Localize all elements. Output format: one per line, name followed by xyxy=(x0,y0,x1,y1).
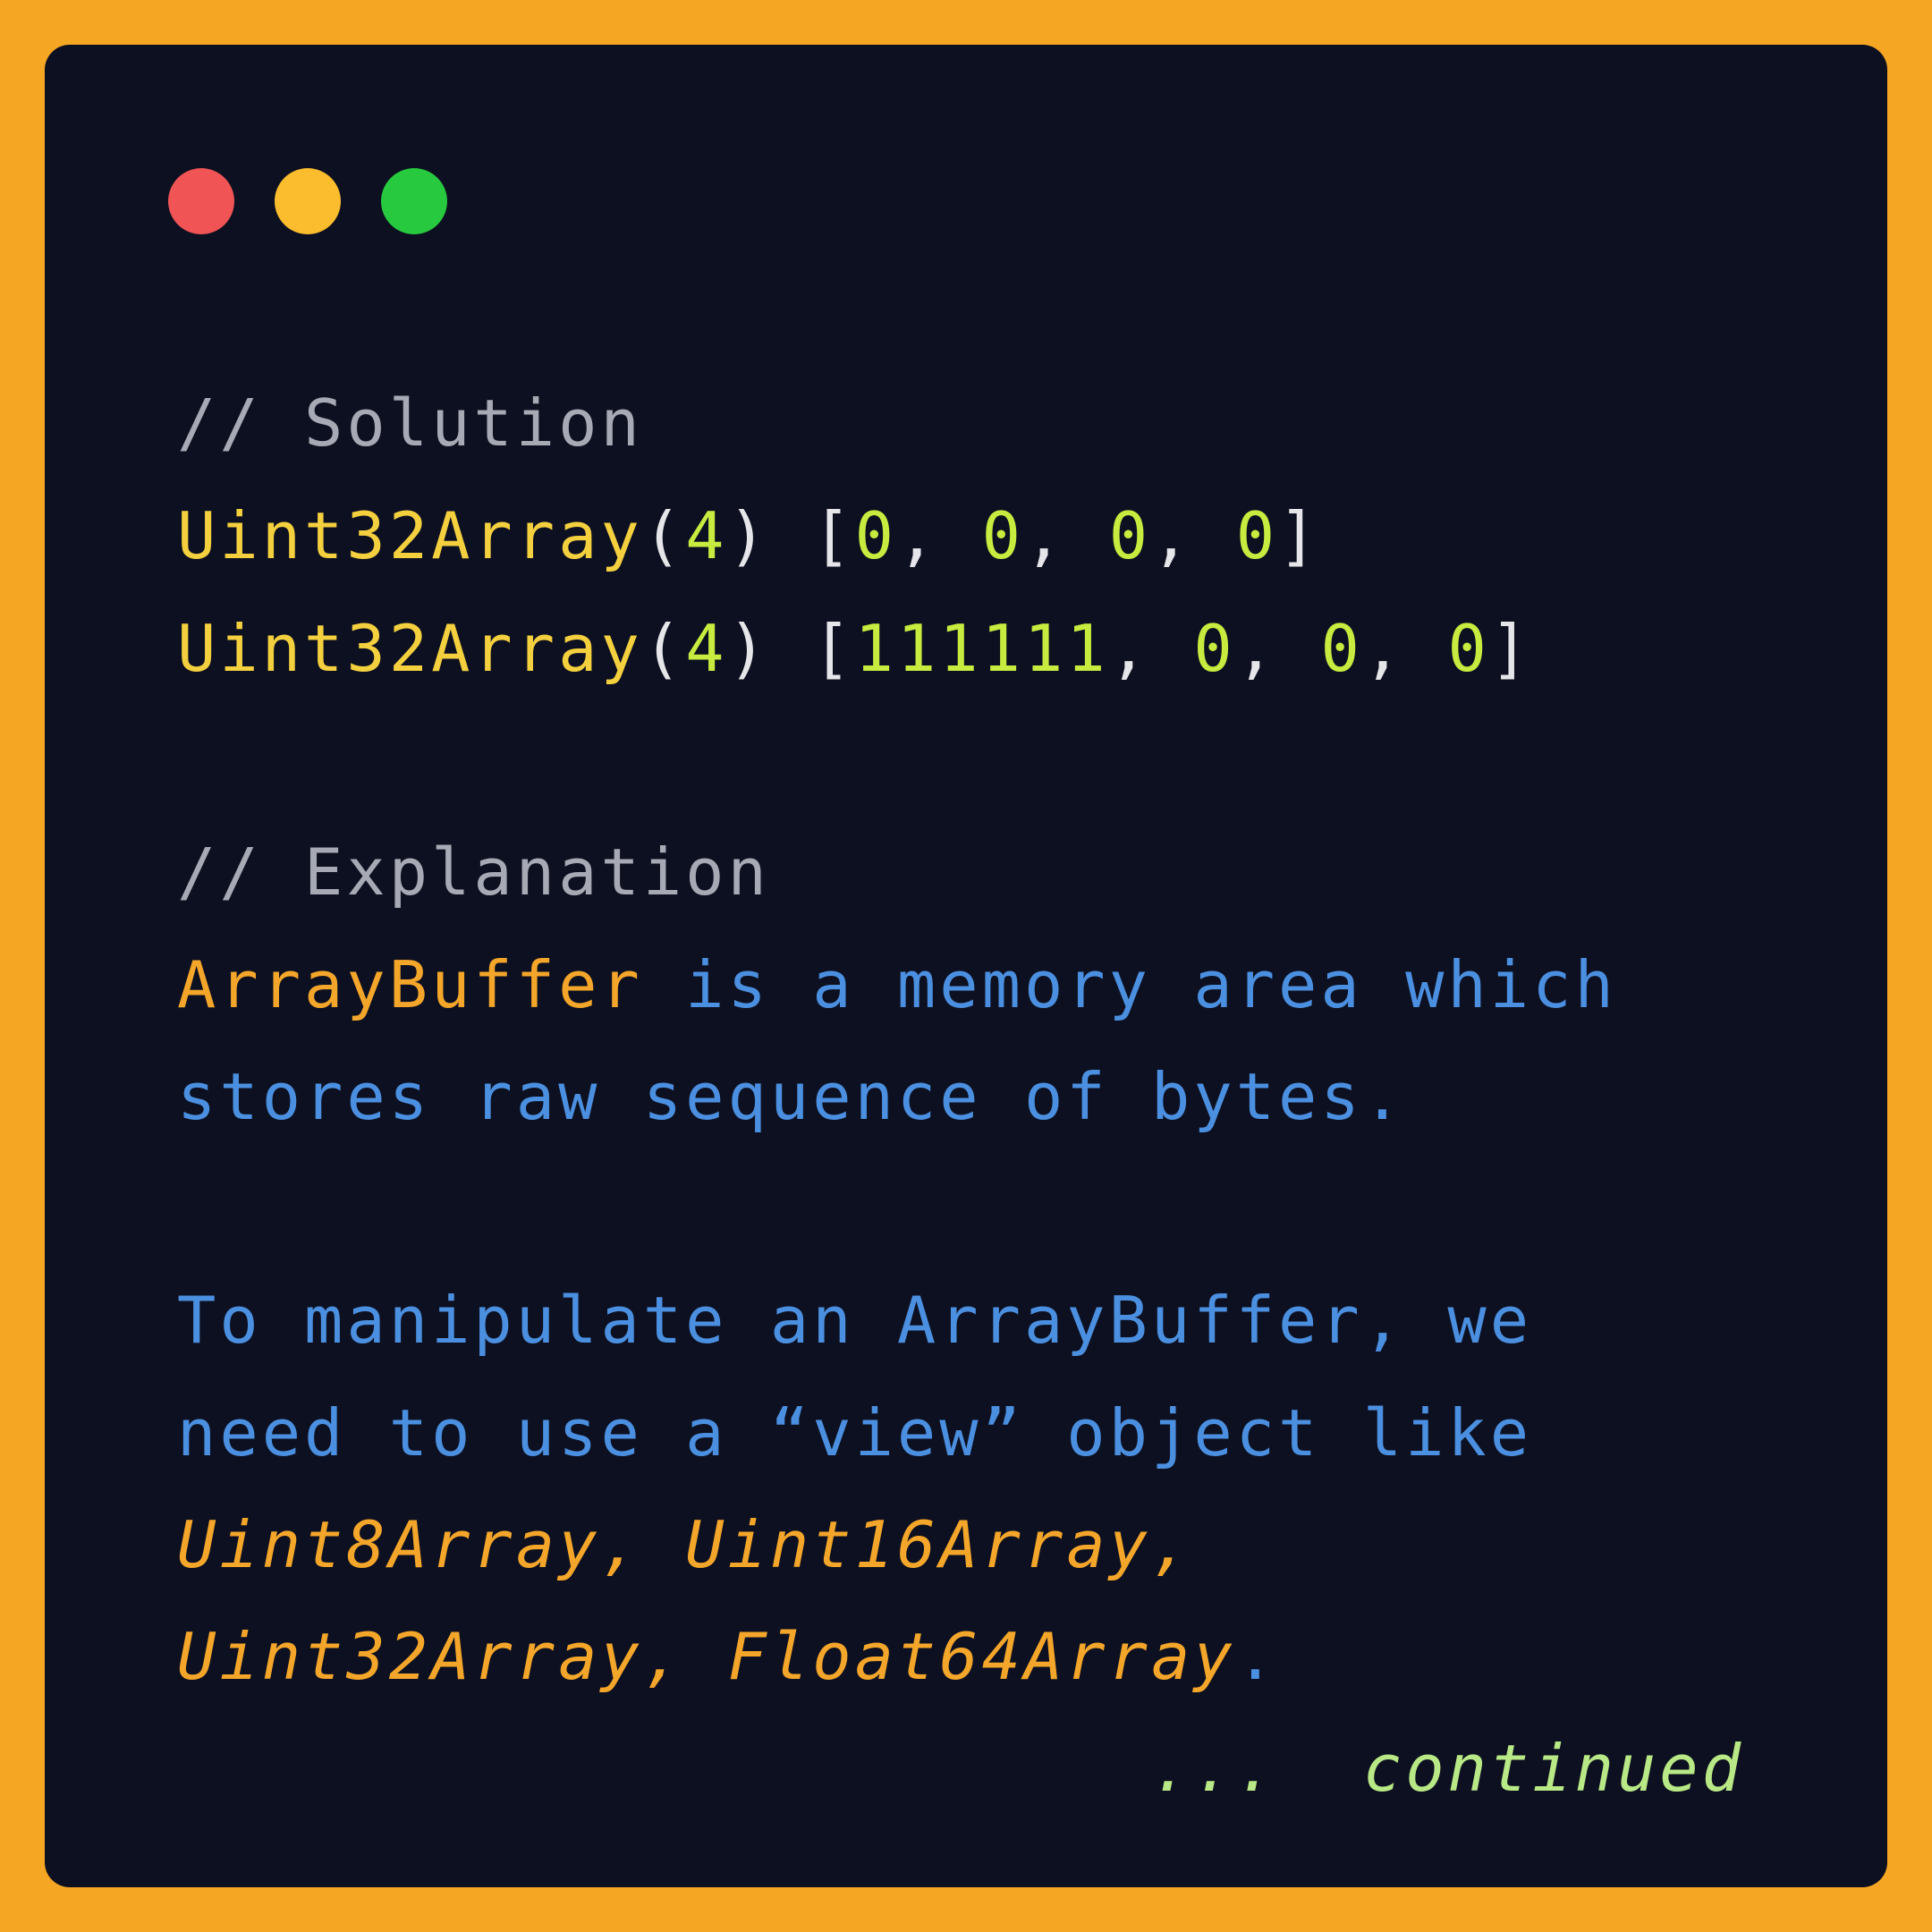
typed-array-list-1: Uint8Array, Uint16Array, xyxy=(177,1507,1194,1582)
zoom-dot-icon[interactable] xyxy=(381,168,447,234)
typed-array-list-2: Uint32Array, Float64Array. xyxy=(177,1600,1278,1713)
explanation-line-3: To manipulate an ArrayBuffer, we xyxy=(177,1283,1533,1358)
value: 0 xyxy=(1108,498,1152,573)
value: 0 xyxy=(1193,611,1236,686)
separator: , xyxy=(1362,611,1448,686)
paren-open: ( xyxy=(642,611,686,686)
keyword: ArrayBuffer xyxy=(177,947,643,1022)
value: 111111 xyxy=(854,611,1109,686)
function-name: Uint32Array xyxy=(177,498,643,573)
typed-array-names: Uint32Array, Float64Array xyxy=(177,1619,1236,1694)
function-name: Uint32Array xyxy=(177,611,643,686)
separator: , xyxy=(896,498,982,573)
bracket-close: ] xyxy=(1489,611,1533,686)
code-line-2: Uint32Array(4) [111111, 0, 0, 0] xyxy=(177,592,1532,705)
continued-label: ... continued xyxy=(1151,1731,1744,1806)
comment-solution: // Solution xyxy=(177,386,643,461)
separator: , xyxy=(1235,611,1321,686)
argument: 4 xyxy=(685,498,728,573)
paren-close-bracket: ) [ xyxy=(727,498,855,573)
value: 0 xyxy=(854,498,897,573)
minimize-dot-icon[interactable] xyxy=(275,168,341,234)
period: . xyxy=(1235,1619,1279,1694)
paren-open: ( xyxy=(642,498,686,573)
value: 0 xyxy=(1320,611,1363,686)
paren-close-bracket: ) [ xyxy=(727,611,855,686)
value: 0 xyxy=(1447,611,1490,686)
separator: , xyxy=(1151,498,1236,573)
explanation-text: is a memory area which xyxy=(642,947,1617,1022)
explanation-line-4: need to use a “view” object like xyxy=(177,1395,1533,1470)
close-dot-icon[interactable] xyxy=(168,168,234,234)
code-line-1: Uint32Array(4) [0, 0, 0, 0] xyxy=(177,479,1321,592)
code-window: // Solution Uint32Array(4) [0, 0, 0, 0] … xyxy=(45,45,1887,1887)
value: 0 xyxy=(1235,498,1279,573)
value: 0 xyxy=(981,498,1025,573)
argument: 4 xyxy=(685,611,728,686)
explanation-line-2: stores raw sequence of bytes. xyxy=(177,1059,1406,1134)
separator: , xyxy=(1108,611,1194,686)
comment-explanation: // Explanation xyxy=(177,835,770,910)
bracket-close: ] xyxy=(1278,498,1321,573)
explanation-line-1: ArrayBuffer is a memory area which xyxy=(177,928,1617,1041)
separator: , xyxy=(1024,498,1109,573)
